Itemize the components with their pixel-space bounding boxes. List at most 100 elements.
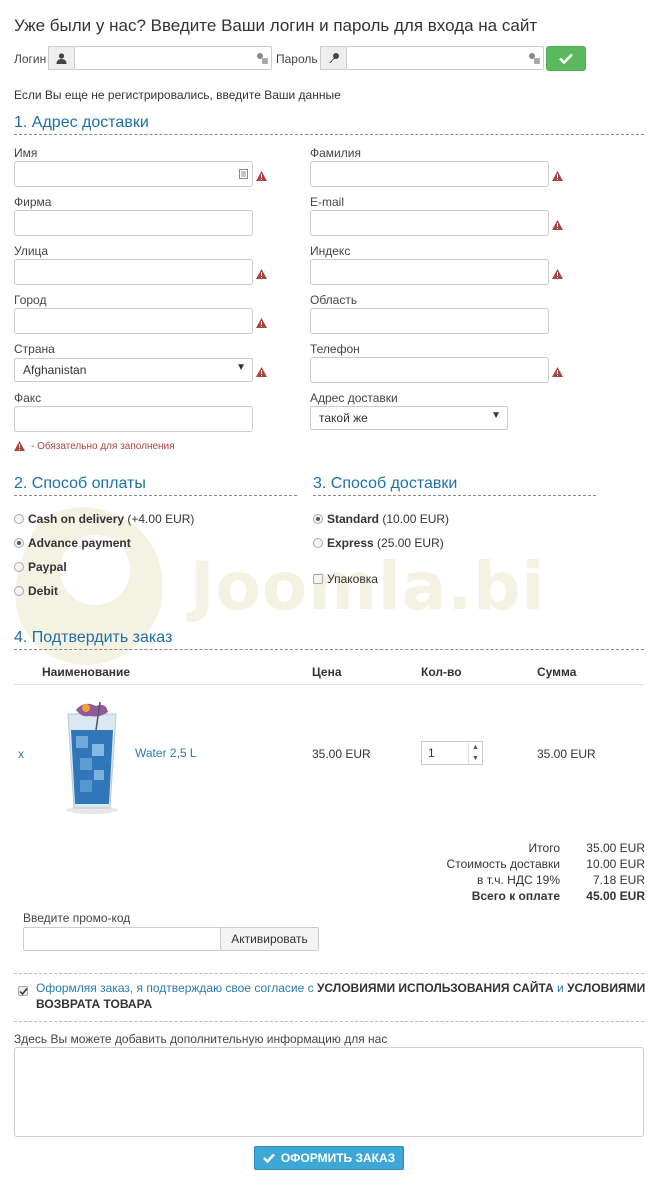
- key-icon: [320, 46, 346, 70]
- promo-activate-button[interactable]: Активировать: [220, 927, 319, 951]
- contact-card-icon: [239, 169, 248, 179]
- address-section-title: 1. Адрес доставки: [14, 114, 644, 135]
- agree-checkbox[interactable]: [18, 986, 28, 996]
- shipping-section-title: 3. Способ доставки: [313, 475, 596, 496]
- phone-field[interactable]: [310, 357, 549, 383]
- payment-option-cod: Cash on delivery (+4.00 EUR): [28, 512, 195, 526]
- company-label: Фирма: [14, 195, 52, 209]
- street-label: Улица: [14, 244, 49, 258]
- country-label: Страна: [14, 342, 55, 356]
- subtotal-label: Итого: [528, 841, 560, 855]
- warning-icon: [14, 441, 25, 451]
- remove-item-button[interactable]: x: [18, 747, 24, 761]
- check-icon: [19, 988, 28, 996]
- street-field[interactable]: [14, 259, 253, 285]
- column-header-quantity: Кол-во: [421, 665, 462, 679]
- column-header-price: Цена: [312, 665, 342, 679]
- shipping-radio-express[interactable]: [313, 538, 323, 548]
- company-field[interactable]: [14, 210, 253, 236]
- chevron-down-icon: ▼: [236, 362, 246, 373]
- quantity-value: 1: [428, 746, 435, 760]
- register-note: Если Вы еще не регистрировались, введите…: [14, 88, 341, 102]
- table-header-divider: [14, 684, 644, 685]
- login-label: Логин: [14, 52, 47, 66]
- quantity-stepper[interactable]: 1 ▲ ▼: [421, 741, 483, 765]
- warning-icon: [552, 269, 563, 279]
- warning-icon: [256, 318, 267, 328]
- last-name-label: Фамилия: [310, 146, 361, 160]
- password-label: Пароль: [276, 52, 318, 66]
- phone-label: Телефон: [310, 342, 360, 356]
- user-icon: [48, 46, 74, 70]
- packaging-label: Упаковка: [327, 572, 378, 586]
- fax-field[interactable]: [14, 406, 253, 432]
- city-label: Город: [14, 293, 47, 307]
- zip-label: Индекс: [310, 244, 351, 258]
- region-label: Область: [310, 293, 358, 307]
- required-note: - Обязательно для заполнения: [31, 441, 175, 452]
- login-title: Уже были у нас? Введите Ваши логин и пар…: [14, 16, 538, 35]
- payment-section-title: 2. Способ оплаты: [14, 475, 297, 496]
- payment-option-advance: Advance payment: [28, 536, 131, 550]
- subtotal-value: 35.00 EUR: [586, 841, 645, 855]
- payment-radio-debit[interactable]: [14, 586, 24, 596]
- key-lock-icon: [529, 53, 540, 64]
- stepper-arrows[interactable]: ▲ ▼: [468, 742, 482, 764]
- place-order-button[interactable]: ОФОРМИТЬ ЗАКАЗ: [254, 1146, 404, 1170]
- payment-option-debit: Debit: [28, 584, 58, 598]
- delivery-address-select[interactable]: такой же ▼: [310, 406, 508, 430]
- terms-link[interactable]: УСЛОВИЯМИ ИСПОЛЬЗОВАНИЯ САЙТА: [317, 981, 554, 995]
- product-name-link[interactable]: Water 2,5 L: [135, 746, 197, 760]
- first-name-field[interactable]: [14, 161, 253, 187]
- email-field[interactable]: [310, 210, 549, 236]
- vat-value: 7.18 EUR: [592, 873, 645, 887]
- vat-label: в т.ч. НДС 19%: [477, 873, 560, 887]
- warning-icon: [256, 367, 267, 377]
- return-link[interactable]: УСЛОВИЯМИ: [567, 981, 645, 995]
- promo-input[interactable]: [23, 927, 221, 951]
- shipping-cost-value: 10.00 EUR: [586, 857, 645, 871]
- email-label: E-mail: [310, 195, 345, 209]
- country-select[interactable]: Afghanistan ▼: [14, 358, 253, 382]
- packaging-checkbox[interactable]: [313, 574, 323, 584]
- total-label: Всего к оплате: [471, 889, 560, 903]
- product-sum: 35.00 EUR: [537, 747, 596, 761]
- payment-radio-cod[interactable]: [14, 514, 24, 524]
- return-link-2[interactable]: ВОЗВРАТА ТОВАРА: [36, 997, 152, 1011]
- payment-radio-paypal[interactable]: [14, 562, 24, 572]
- first-name-label: Имя: [14, 146, 38, 160]
- place-order-label: ОФОРМИТЬ ЗАКАЗ: [280, 1151, 396, 1165]
- payment-radio-advance[interactable]: [14, 538, 24, 548]
- comment-textarea[interactable]: [14, 1047, 644, 1137]
- zip-field[interactable]: [310, 259, 549, 285]
- delivery-address-value: такой же: [319, 411, 368, 425]
- delivery-address-label: Адрес доставки: [310, 391, 398, 405]
- login-input[interactable]: [74, 46, 272, 70]
- column-header-name: Наименование: [42, 665, 131, 679]
- comment-label: Здесь Вы можете добавить дополнительную …: [14, 1032, 388, 1046]
- shipping-option-express: Express (25.00 EUR): [327, 536, 444, 550]
- confirm-section-title: 4. Подтвердить заказ: [14, 629, 644, 650]
- fax-label: Факс: [14, 391, 42, 405]
- warning-icon: [552, 367, 563, 377]
- warning-icon: [552, 171, 563, 181]
- region-field[interactable]: [310, 308, 549, 334]
- shipping-cost-label: Стоимость доставки: [446, 857, 560, 871]
- shipping-radio-standard[interactable]: [313, 514, 323, 524]
- promo-label: Введите промо-код: [23, 911, 131, 925]
- column-header-sum: Сумма: [537, 665, 577, 679]
- check-icon: [262, 1153, 275, 1163]
- password-input[interactable]: [346, 46, 544, 70]
- warning-icon: [256, 171, 267, 181]
- last-name-field[interactable]: [310, 161, 549, 187]
- login-submit-button[interactable]: [546, 46, 586, 71]
- city-field[interactable]: [14, 308, 253, 334]
- warning-icon: [256, 269, 267, 279]
- payment-option-paypal: Paypal: [28, 560, 67, 574]
- warning-icon: [552, 220, 563, 230]
- product-price: 35.00 EUR: [312, 747, 371, 761]
- shipping-option-standard: Standard (10.00 EUR): [327, 512, 450, 526]
- divider: [14, 1021, 644, 1022]
- total-value: 45.00 EUR: [586, 889, 645, 903]
- chevron-down-icon: ▼: [491, 410, 501, 421]
